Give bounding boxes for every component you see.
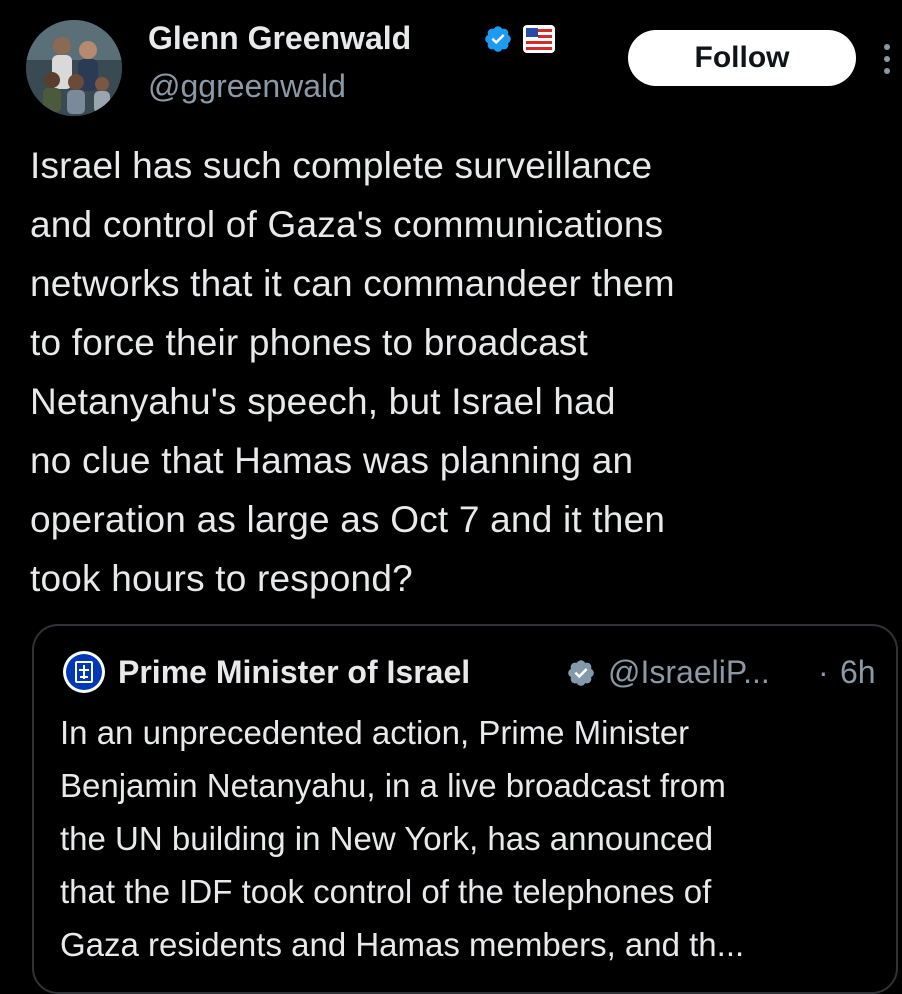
government-emblem-icon (63, 651, 105, 693)
follow-button[interactable]: Follow (628, 30, 856, 86)
verified-grey-badge-icon (568, 660, 594, 686)
more-options-icon[interactable] (880, 42, 894, 76)
tweet-text: Israel has such complete surveillance an… (30, 145, 675, 599)
verified-badge-icon (485, 26, 511, 52)
quote-text: In an unprecedented action, Prime Minist… (60, 714, 745, 963)
author-name[interactable]: Glenn Greenwald (148, 18, 411, 58)
quoted-tweet-card[interactable]: Prime Minister of Israel @IsraeliP... · … (32, 624, 898, 994)
quote-timestamp[interactable]: 6h (840, 652, 876, 692)
quote-separator: · (818, 654, 829, 690)
author-handle[interactable]: @ggreenwald (148, 66, 346, 106)
quote-author-handle[interactable]: @IsraeliP... (608, 652, 770, 692)
quote-author-name[interactable]: Prime Minister of Israel (118, 652, 470, 692)
tweet: Glenn Greenwald @ggreenwald Follow Israe… (0, 0, 902, 994)
flag-badge-icon (523, 25, 555, 53)
profile-photo-icon (26, 20, 122, 116)
author-avatar[interactable] (26, 20, 122, 116)
